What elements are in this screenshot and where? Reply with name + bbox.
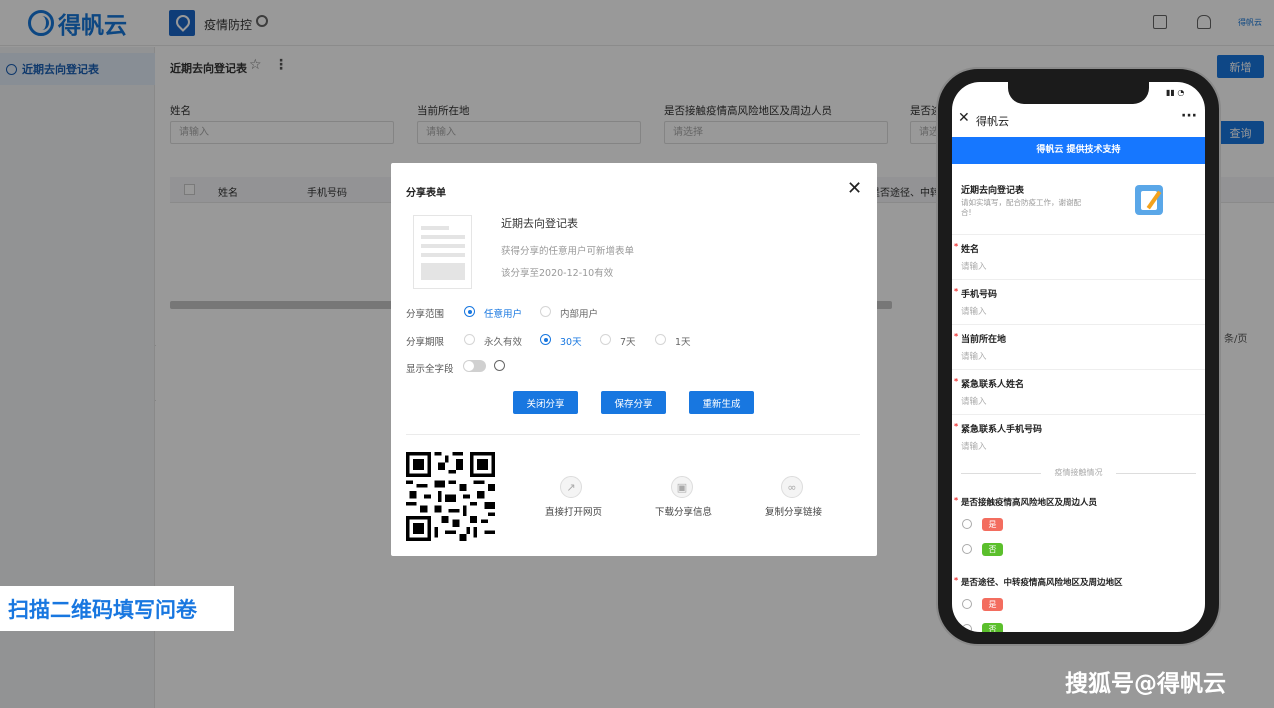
field-label: 紧急联系人手机号码: [954, 422, 1042, 435]
period-7d-label[interactable]: 7天: [620, 334, 636, 348]
option-no-tag[interactable]: 否: [982, 543, 1003, 556]
divider: [406, 434, 860, 435]
phone-field-location[interactable]: 当前所在地 请输入: [952, 324, 1205, 369]
option-yes-tag[interactable]: 是: [982, 518, 1003, 531]
save-share-button[interactable]: 保存分享: [601, 391, 666, 414]
close-icon[interactable]: ✕: [958, 110, 970, 126]
qr-code: [406, 452, 495, 541]
link-icon[interactable]: ∞: [781, 476, 803, 498]
shared-form-name: 近期去向登记表: [501, 217, 578, 230]
option-radio[interactable]: [962, 544, 972, 554]
phone-nav-bar: ✕ 得帆云 ···: [952, 108, 1205, 134]
field-placeholder[interactable]: 请输入: [961, 440, 987, 452]
field-label: 当前所在地: [954, 332, 1006, 345]
field-label: 紧急联系人姓名: [954, 377, 1024, 390]
field-label: 手机号码: [954, 287, 997, 300]
scope-any-radio[interactable]: [464, 306, 475, 317]
phone-field-phone[interactable]: 手机号码 请输入: [952, 279, 1205, 324]
period-forever-label[interactable]: 永久有效: [484, 334, 522, 348]
period-forever-radio[interactable]: [464, 334, 475, 345]
option-radio[interactable]: [962, 599, 972, 609]
option-no-tag[interactable]: 否: [982, 623, 1003, 632]
download-share-info-link[interactable]: 下载分享信息: [655, 504, 712, 518]
phone-nav-title: 得帆云: [976, 115, 1009, 128]
share-description: 获得分享的任意用户可新增表单: [501, 246, 635, 257]
option-yes-tag[interactable]: 是: [982, 598, 1003, 611]
question-label: 是否接触疫情高风险地区及周边人员: [954, 496, 1097, 508]
phone-notch: [1008, 82, 1149, 104]
show-all-fields-label: 显示全字段: [406, 364, 454, 375]
scan-qr-banner: 扫描二维码填写问卷: [0, 586, 234, 631]
phone-field-name[interactable]: 姓名 请输入: [952, 234, 1205, 279]
period-1d-radio[interactable]: [655, 334, 666, 345]
period-30d-radio[interactable]: [540, 334, 551, 345]
period-1d-label[interactable]: 1天: [675, 334, 691, 348]
clipboard-icon: [1135, 185, 1163, 215]
period-label: 分享期限: [406, 337, 445, 348]
external-link-icon[interactable]: ↗: [560, 476, 582, 498]
phone-field-emergency-phone[interactable]: 紧急联系人手机号码 请输入: [952, 414, 1205, 459]
section-title: 疫情接触情况: [1054, 468, 1103, 477]
field-placeholder[interactable]: 请输入: [961, 260, 987, 272]
period-30d-label[interactable]: 30天: [560, 334, 582, 348]
qr-code-graphic: [406, 452, 495, 541]
phone-form-title: 近期去向登记表: [961, 186, 1025, 196]
dialog-title: 分享表单: [406, 188, 446, 199]
field-placeholder[interactable]: 请输入: [961, 395, 987, 407]
share-expiry: 该分享至2020-12-10有效: [501, 268, 614, 279]
phone-preview: ▮▮ ◔ ✕ 得帆云 ··· 得帆云 提供技术支持 近期去向登记表 请如实填写，…: [936, 67, 1221, 646]
scope-any-label[interactable]: 任意用户: [484, 306, 522, 320]
scope-internal-radio[interactable]: [540, 306, 551, 317]
field-placeholder[interactable]: 请输入: [961, 350, 987, 362]
scope-label: 分享范围: [406, 309, 445, 320]
phone-form-desc: 请如实填写，配合防疫工作，谢谢配合!: [961, 198, 1081, 217]
option-radio[interactable]: [962, 519, 972, 529]
app-window: 得帆云 疫情防控 得帆云 近期去向登记表 ‹ 近期去向登记表 ☆ ⋮ 新增 姓名…: [0, 0, 1274, 708]
watermark: 搜狐号@得帆云: [1065, 671, 1226, 697]
field-placeholder[interactable]: 请输入: [961, 305, 987, 317]
show-all-fields-toggle[interactable]: [463, 360, 486, 372]
scope-internal-label[interactable]: 内部用户: [560, 306, 598, 320]
period-7d-radio[interactable]: [600, 334, 611, 345]
close-icon[interactable]: ✕: [847, 178, 862, 199]
option-radio[interactable]: [962, 624, 972, 632]
regenerate-button[interactable]: 重新生成: [689, 391, 754, 414]
share-form-dialog: 分享表单 ✕ 近期去向登记表 获得分享的任意用户可新增表单 该分享至2020-1…: [391, 163, 877, 556]
phone-field-emergency-name[interactable]: 紧急联系人姓名 请输入: [952, 369, 1205, 414]
signal-icon: ▮▮ ◔: [1166, 88, 1185, 97]
open-webpage-link[interactable]: 直接打开网页: [545, 504, 602, 518]
document-icon: [413, 215, 472, 289]
phone-screen: ▮▮ ◔ ✕ 得帆云 ··· 得帆云 提供技术支持 近期去向登记表 请如实填写，…: [952, 82, 1205, 632]
more-icon[interactable]: ···: [1181, 108, 1197, 124]
question-label: 是否途径、中转疫情高风险地区及周边地区: [954, 576, 1122, 588]
tech-support-banner: 得帆云 提供技术支持: [952, 137, 1205, 164]
field-settings-gear-icon[interactable]: [494, 360, 505, 371]
copy-share-link[interactable]: 复制分享链接: [765, 504, 822, 518]
image-icon[interactable]: ▣: [671, 476, 693, 498]
close-share-button[interactable]: 关闭分享: [513, 391, 578, 414]
field-label: 姓名: [954, 242, 979, 255]
